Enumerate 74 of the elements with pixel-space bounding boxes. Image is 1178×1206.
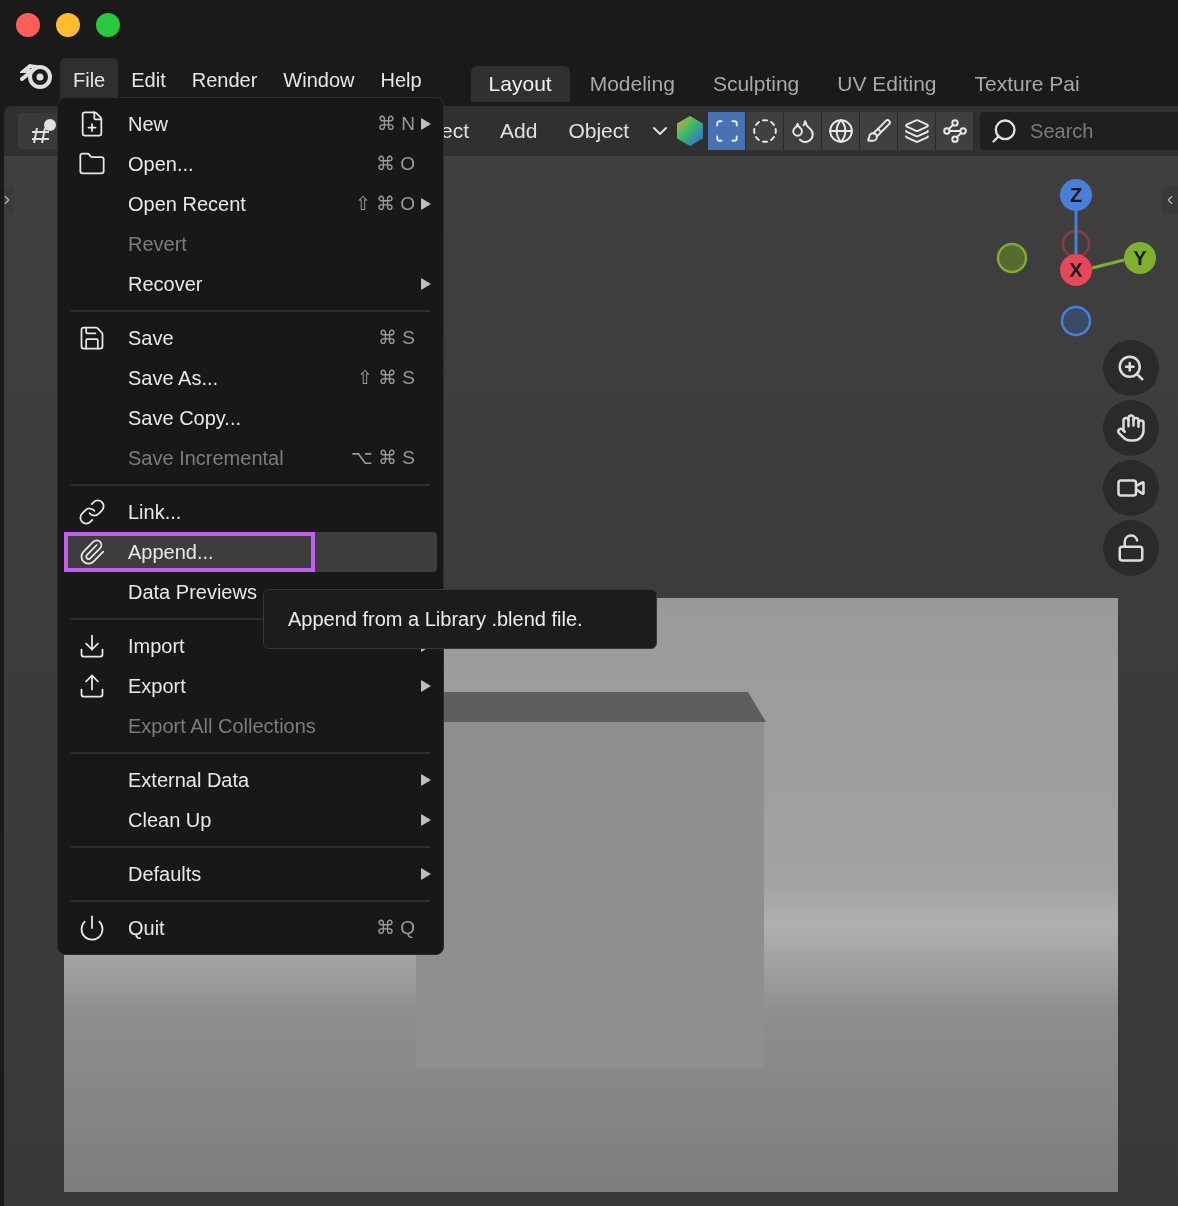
negative-axis-handle[interactable]: [1061, 229, 1091, 259]
circle-icon: [751, 118, 778, 144]
shortcut-text: ⌘ Q: [375, 915, 415, 940]
menu-item[interactable]: Save Copy...: [64, 398, 437, 438]
menu-button[interactable]: Edit: [118, 58, 179, 102]
shortcut-text: ⌘ S: [378, 325, 415, 350]
shading-button[interactable]: [708, 112, 747, 150]
menu-item[interactable]: Defaults: [64, 854, 437, 894]
menu-item[interactable]: Open Recent ⇧ ⌘ O: [64, 184, 437, 224]
shortcut-text: ⇧ ⌘ S: [356, 365, 415, 390]
power-icon: [78, 914, 106, 942]
menu-item[interactable]: Clean Up: [64, 800, 437, 840]
color-hexagon-icon[interactable]: [676, 115, 705, 147]
workspace-tab[interactable]: Layout: [470, 66, 570, 102]
layers-icon: [903, 118, 930, 144]
workspace-tab[interactable]: Modeling: [571, 66, 693, 102]
sidebar-toggle[interactable]: [1162, 186, 1178, 214]
path-icon: [941, 118, 968, 144]
shortcut-text: ⌘ O: [375, 151, 415, 176]
sidebar-toggle[interactable]: [4, 186, 14, 214]
shading-button[interactable]: [936, 112, 975, 150]
axis-handle[interactable]: X: [1060, 254, 1092, 286]
shading-button[interactable]: [784, 112, 823, 150]
menu-button[interactable]: Render: [178, 58, 271, 102]
axis-gizmo[interactable]: Z Y X: [994, 178, 1160, 340]
menu-item[interactable]: Export: [64, 666, 437, 706]
shading-button[interactable]: [860, 112, 899, 150]
menu-item[interactable]: Append...: [64, 532, 437, 572]
download-icon: [78, 632, 106, 660]
zoom-icon: [1116, 353, 1146, 383]
menu-item[interactable]: Open... ⌘ O: [64, 144, 437, 184]
minimize-button[interactable]: [56, 13, 80, 37]
workspace-tab[interactable]: Texture Pai: [956, 66, 1098, 102]
search-icon: [990, 117, 1019, 145]
axis-line: [1074, 211, 1078, 254]
shortcut-text: ⌘ N: [377, 111, 415, 136]
shading-button[interactable]: [898, 112, 937, 150]
search-field[interactable]: Search: [980, 112, 1178, 150]
negative-axis-handle[interactable]: [996, 242, 1028, 274]
frame-icon: [713, 118, 740, 144]
menu-item[interactable]: Save ⌘ S: [64, 318, 437, 358]
close-button[interactable]: [16, 13, 40, 37]
shortcut-text: ⌥ ⌘ S: [350, 445, 415, 470]
tooltip-text: Append from a Library .blend file.: [288, 607, 583, 632]
shading-button[interactable]: [822, 112, 861, 150]
header-menu[interactable]: Object: [568, 115, 630, 147]
workspace-tab[interactable]: UV Editing: [819, 66, 955, 102]
axes-sphere-icon: [29, 118, 59, 144]
zoom-button[interactable]: [96, 13, 120, 37]
upload-icon: [78, 672, 106, 700]
menu-item[interactable]: New ⌘ N: [64, 104, 437, 144]
link-icon: [78, 498, 106, 526]
paperclip-icon: [78, 538, 106, 566]
axis-handle[interactable]: Z: [1060, 179, 1092, 211]
negative-axis-handle[interactable]: [1060, 305, 1092, 337]
brush-icon: [865, 118, 892, 144]
shading-button[interactable]: [746, 112, 785, 150]
menu-item[interactable]: Link...: [64, 492, 437, 532]
globe-icon: [827, 118, 854, 144]
unlock-icon: [1116, 533, 1146, 563]
axis-handle[interactable]: Y: [1124, 242, 1156, 274]
header-menu[interactable]: Add: [500, 115, 538, 147]
menu-item[interactable]: Recover: [64, 264, 437, 304]
shortcut-text: ⇧ ⌘ O: [354, 191, 415, 216]
menu-item[interactable]: Save As... ⇧ ⌘ S: [64, 358, 437, 398]
axis-line: [1091, 258, 1125, 270]
droplets-icon: [789, 118, 816, 144]
menu-button[interactable]: Help: [367, 58, 435, 102]
menu-item[interactable]: External Data: [64, 760, 437, 800]
logo-icon[interactable]: [20, 63, 54, 89]
workspace-tab[interactable]: Sculpting: [694, 66, 818, 102]
hand-icon: [1116, 413, 1146, 443]
menu-button[interactable]: Window: [270, 58, 368, 102]
menu-item[interactable]: Quit ⌘ Q: [64, 908, 437, 948]
